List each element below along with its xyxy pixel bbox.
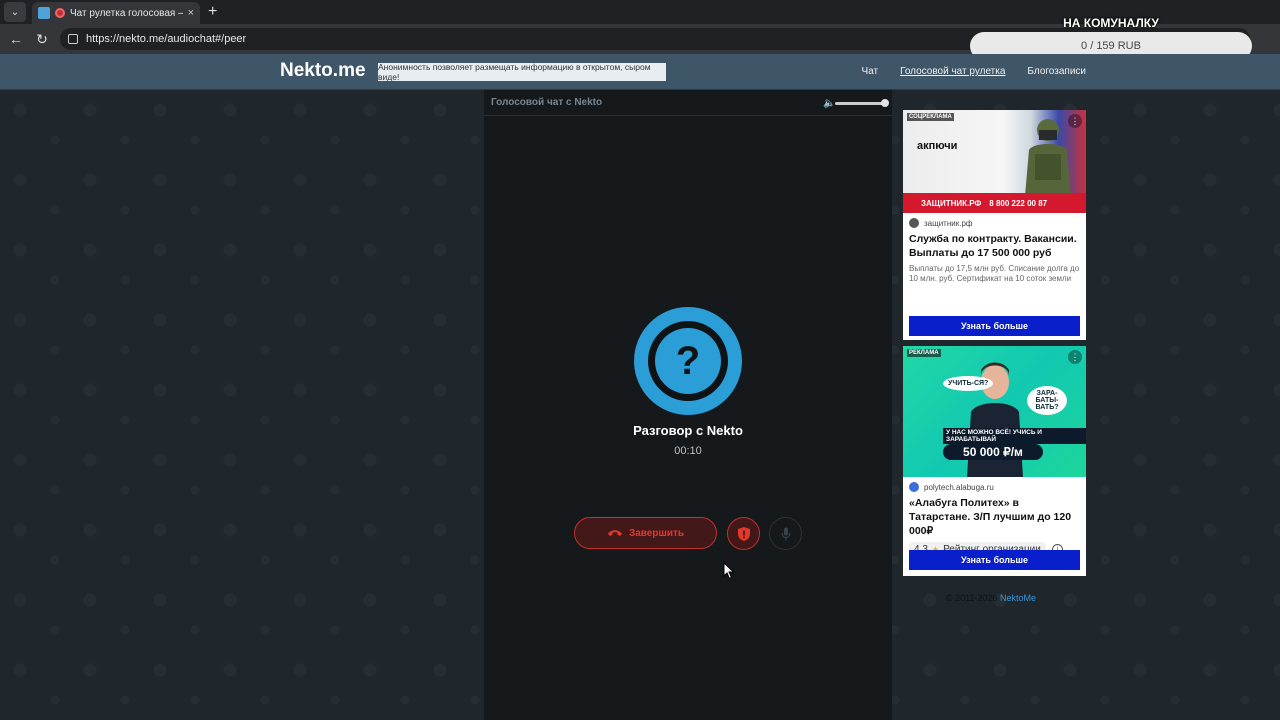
nav-link-blog[interactable]: Блогозаписи: [1027, 66, 1086, 77]
ad-brand-strip: ЗАЩИТНИК.РФ 8 800 222 00 87: [903, 193, 1086, 213]
ad-banner-image[interactable]: СОЦРЕКЛАМА акпючи ⋮ ЗАЩИТНИК.РФ 8 800 22…: [903, 110, 1086, 213]
volume-slider[interactable]: [835, 102, 885, 105]
polytech-logo-icon: [909, 482, 919, 492]
ad-headline[interactable]: «Алабуга Политех» в Татарстане. З/П лучш…: [903, 492, 1086, 538]
reload-icon[interactable]: ↻: [32, 29, 52, 49]
footer-link[interactable]: NektoMe: [1000, 593, 1036, 603]
ad-headline[interactable]: Служба по контракту. Вакансии. Выплаты д…: [903, 228, 1086, 260]
shield-icon: [737, 526, 750, 541]
ad-bubble-study: УЧИТЬ-СЯ?: [943, 376, 994, 391]
ad-domain: защитник.рф: [924, 218, 973, 228]
ad-card-alabuga-polytech[interactable]: РЕКЛАМА УЧИТЬ-СЯ? ЗАРА-БАТЫ-ВАТЬ? У НАС …: [903, 346, 1086, 576]
avatar-inner-ring: ?: [648, 321, 728, 401]
ad-strip-phone: 8 800 222 00 87: [989, 198, 1048, 208]
ad-strip-brand: ЗАЩИТНИК.РФ: [921, 198, 982, 208]
ad-bubble-earn: ЗАРА-БАТЫ-ВАТЬ?: [1027, 386, 1067, 415]
end-call-label: Завершить: [628, 527, 685, 539]
footer-copyright: © 2011-2026: [946, 593, 998, 603]
notice-text: Анонимность позволяет размещать информац…: [378, 62, 651, 82]
ad-options-icon[interactable]: ⋮: [1068, 350, 1082, 364]
ad-domain-row: polytech.alabuga.ru: [903, 477, 1086, 492]
peer-avatar: ?: [634, 307, 742, 415]
peer-name: Разговор с Nekto: [633, 423, 743, 438]
volume-icon[interactable]: 🔈: [823, 98, 835, 109]
recording-icon: [55, 8, 65, 18]
ad-slogan: У НАС МОЖНО ВСЁ! УЧИСЬ И ЗАРАБАТЫВАЙ: [943, 428, 1086, 444]
url-text[interactable]: https://nekto.me/audiochat#/peer: [86, 33, 246, 45]
soldier-figure-icon: [1025, 119, 1071, 196]
donation-title: НА КОМУНАЛКУ: [1063, 16, 1159, 30]
donation-progress-text: 0 / 159 RUB: [1081, 40, 1141, 52]
microphone-button[interactable]: [769, 517, 802, 550]
hang-up-phone-icon: [607, 530, 622, 536]
ad-learn-more-button[interactable]: Узнать больше: [909, 316, 1080, 336]
ad-options-icon[interactable]: ⋮: [1068, 114, 1082, 128]
domain-arrow-icon: [909, 218, 919, 228]
tab-list-chevron-icon[interactable]: ⌄: [4, 2, 26, 22]
site-nav: Чат Голосовой чат рулетка Блогозаписи: [861, 66, 1086, 77]
nav-link-chat[interactable]: Чат: [861, 66, 878, 77]
new-tab-icon[interactable]: +: [208, 3, 217, 21]
ad-description: Выплаты до 17,5 млн руб. Списание долга …: [909, 264, 1080, 283]
site-favicon-icon: [38, 7, 50, 19]
unknown-user-question-icon: ?: [655, 328, 721, 394]
ad-domain-row: защитник.рф: [903, 213, 1086, 228]
ad-salary: 50 000 ₽/м: [943, 444, 1043, 460]
nav-link-voice-chat[interactable]: Голосовой чат рулетка: [900, 66, 1005, 77]
ad-label: СОЦРЕКЛАМА: [907, 113, 954, 121]
mouse-cursor-icon: [723, 562, 735, 580]
browser-tab[interactable]: Чат рулетка голосовая — N ×: [32, 2, 200, 24]
call-title: Голосовой чат с Nekto: [491, 97, 603, 108]
site-info-icon[interactable]: [68, 34, 78, 44]
ad-learn-more-button[interactable]: Узнать больше: [909, 550, 1080, 570]
site-logo[interactable]: Nekto.me: [280, 60, 366, 82]
back-arrow-icon[interactable]: ←: [6, 29, 26, 49]
voice-call-panel: Голосовой чат с Nekto 🔈 ? Разговор с Nek…: [484, 90, 892, 720]
report-button[interactable]: [727, 517, 760, 550]
ad-domain: polytech.alabuga.ru: [924, 482, 994, 492]
ad-banner-image[interactable]: РЕКЛАМА УЧИТЬ-СЯ? ЗАРА-БАТЫ-ВАТЬ? У НАС …: [903, 346, 1086, 477]
tab-title: Чат рулетка голосовая — N: [70, 7, 183, 19]
site-footer: © 2011-2026 NektoMe: [946, 593, 1036, 603]
ad-label: РЕКЛАМА: [907, 349, 941, 357]
end-call-button[interactable]: Завершить: [574, 517, 717, 549]
call-timer: 00:10: [674, 445, 702, 457]
ad-banner-text: акпючи: [917, 140, 958, 152]
microphone-icon: [780, 527, 791, 540]
volume-slider-handle[interactable]: [881, 99, 889, 107]
site-header: Nekto.me Анонимность позволяет размещать…: [0, 54, 1280, 90]
site-notice: Анонимность позволяет размещать информац…: [378, 62, 666, 82]
tab-close-icon[interactable]: ×: [188, 7, 194, 19]
ad-card-contract-service[interactable]: СОЦРЕКЛАМА акпючи ⋮ ЗАЩИТНИК.РФ 8 800 22…: [903, 110, 1086, 340]
